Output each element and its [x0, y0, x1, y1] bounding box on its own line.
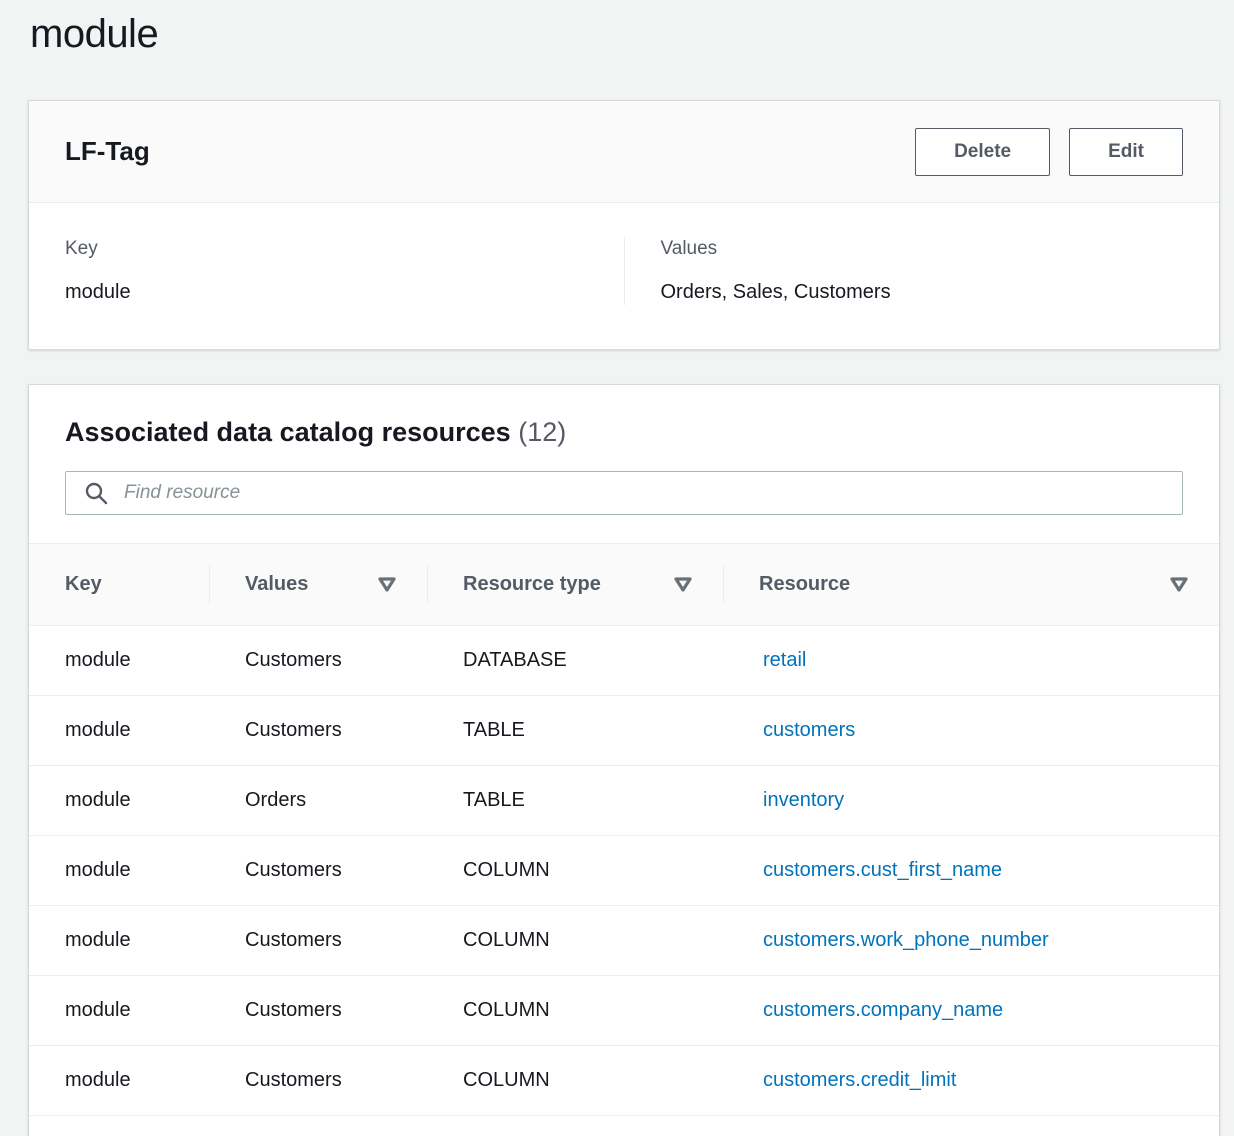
- table-row: module Customers COLUMN customers.cust_f…: [29, 836, 1219, 906]
- column-header-values-label: Values: [245, 573, 308, 596]
- cell-resource: retail: [723, 649, 1219, 672]
- associated-resources-title: Associated data catalog resources (12): [65, 415, 1183, 449]
- key-field-value: module: [65, 279, 588, 305]
- cell-values: Customers: [209, 719, 427, 742]
- values-field-label: Values: [661, 237, 1184, 261]
- resource-count-badge: (12): [518, 417, 566, 447]
- cell-resource: customers.company_name: [723, 999, 1219, 1022]
- sort-descending-icon: [377, 576, 397, 593]
- associated-resources-title-text: Associated data catalog resources: [65, 417, 511, 447]
- sort-descending-icon: [1169, 576, 1189, 593]
- cell-key: module: [29, 1069, 209, 1092]
- cell-key: module: [29, 719, 209, 742]
- cell-key: module: [29, 999, 209, 1022]
- cell-resource: inventory: [723, 789, 1219, 812]
- table-row: module Orders TABLE inventory: [29, 766, 1219, 836]
- column-header-key: Key: [29, 544, 209, 625]
- table-row: module Customers COLUMN customers.work_p…: [29, 906, 1219, 976]
- delete-button[interactable]: Delete: [915, 128, 1050, 176]
- cell-resource: customers.credit_limit: [723, 1069, 1219, 1092]
- cell-values: Orders: [209, 789, 427, 812]
- cell-resource-type: TABLE: [427, 789, 723, 812]
- table-row: module Customers COLUMN customers.credit…: [29, 1046, 1219, 1116]
- column-header-resource-type-label: Resource type: [463, 573, 601, 596]
- cell-resource-type: DATABASE: [427, 649, 723, 672]
- cell-values: Customers: [209, 859, 427, 882]
- cell-values: Customers: [209, 929, 427, 952]
- edit-button[interactable]: Edit: [1069, 128, 1183, 176]
- cell-resource-type: COLUMN: [427, 1069, 723, 1092]
- resource-search: [65, 471, 1183, 515]
- lf-tag-card-header: LF-Tag Delete Edit: [29, 101, 1219, 203]
- key-field: Key module: [29, 237, 624, 305]
- cell-values: Customers: [209, 999, 427, 1022]
- resource-link[interactable]: inventory: [763, 789, 844, 811]
- cell-resource: customers.cust_first_name: [723, 859, 1219, 882]
- resources-table: Key Values Resource type Resource: [29, 543, 1219, 1116]
- table-row: module Customers DATABASE retail: [29, 626, 1219, 696]
- resource-link[interactable]: customers.credit_limit: [763, 1069, 956, 1091]
- associated-resources-header: Associated data catalog resources (12): [29, 385, 1219, 449]
- column-header-key-label: Key: [65, 573, 102, 596]
- resource-link[interactable]: retail: [763, 649, 806, 671]
- cell-resource-type: COLUMN: [427, 929, 723, 952]
- values-field-value: Orders, Sales, Customers: [661, 279, 1184, 305]
- values-field: Values Orders, Sales, Customers: [624, 237, 1220, 305]
- cell-values: Customers: [209, 649, 427, 672]
- lf-tag-card: LF-Tag Delete Edit Key module Values Ord…: [28, 100, 1220, 350]
- page-title: module: [0, 0, 1234, 60]
- cell-resource-type: TABLE: [427, 719, 723, 742]
- resource-link[interactable]: customers.work_phone_number: [763, 929, 1049, 951]
- cell-key: module: [29, 789, 209, 812]
- resources-table-body: module Customers DATABASE retail module …: [29, 626, 1219, 1116]
- resource-link[interactable]: customers.company_name: [763, 999, 1003, 1021]
- column-header-resource[interactable]: Resource: [723, 544, 1219, 625]
- cell-key: module: [29, 859, 209, 882]
- key-field-label: Key: [65, 237, 588, 261]
- lf-tag-card-body: Key module Values Orders, Sales, Custome…: [29, 203, 1219, 349]
- resources-table-header: Key Values Resource type Resource: [29, 543, 1219, 626]
- resource-link[interactable]: customers.cust_first_name: [763, 859, 1002, 881]
- table-row: module Customers TABLE customers: [29, 696, 1219, 766]
- column-header-values[interactable]: Values: [209, 544, 427, 625]
- page: module LF-Tag Delete Edit Key module Val…: [0, 0, 1234, 1136]
- associated-resources-card: Associated data catalog resources (12) K…: [28, 384, 1220, 1136]
- sort-descending-icon: [673, 576, 693, 593]
- cell-resource: customers: [723, 719, 1219, 742]
- cell-resource-type: COLUMN: [427, 859, 723, 882]
- table-row: module Customers COLUMN customers.compan…: [29, 976, 1219, 1046]
- cell-values: Customers: [209, 1069, 427, 1092]
- cell-key: module: [29, 649, 209, 672]
- resource-link[interactable]: customers: [763, 719, 855, 741]
- lf-tag-actions: Delete Edit: [915, 128, 1183, 176]
- search-input[interactable]: [65, 471, 1183, 515]
- column-header-resource-label: Resource: [759, 573, 850, 596]
- cell-key: module: [29, 929, 209, 952]
- column-header-resource-type[interactable]: Resource type: [427, 544, 723, 625]
- cell-resource: customers.work_phone_number: [723, 929, 1219, 952]
- lf-tag-card-title: LF-Tag: [65, 136, 150, 167]
- cell-resource-type: COLUMN: [427, 999, 723, 1022]
